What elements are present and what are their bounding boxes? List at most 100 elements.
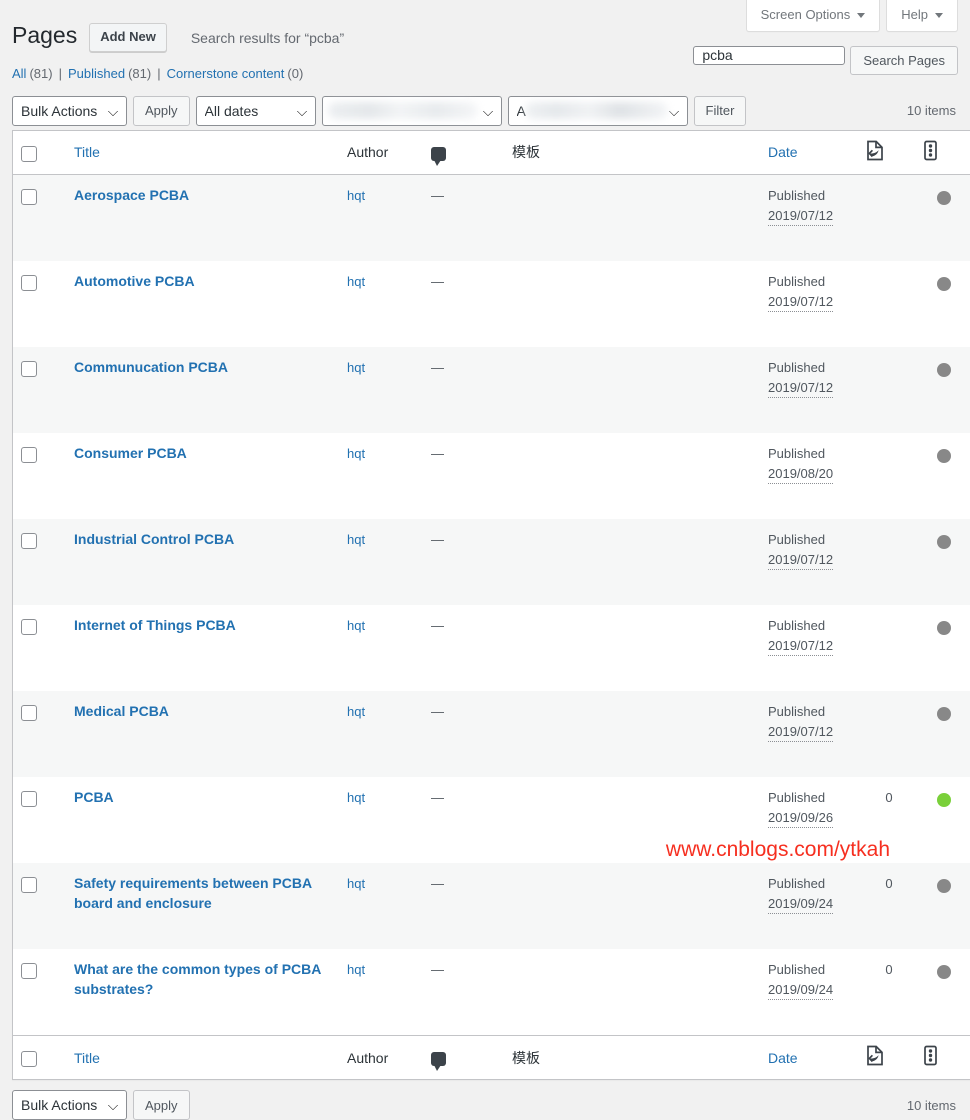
author-link[interactable]: hqt [347, 360, 365, 375]
redacted-filter-1-wrap [322, 96, 502, 126]
date-filter-select[interactable]: All dates [196, 96, 316, 126]
sort-by-date-link[interactable]: Date [768, 144, 798, 160]
sort-by-date-link-footer[interactable]: Date [768, 1050, 798, 1066]
author-link[interactable]: hqt [347, 704, 365, 719]
pages-admin-wrap: Pages Add New Search results for “pcba” … [0, 0, 970, 1120]
post-date: 2019/09/24 [768, 980, 833, 1001]
column-header-comments [423, 130, 504, 174]
add-new-button[interactable]: Add New [89, 23, 167, 52]
view-separator: | [59, 61, 62, 87]
help-button[interactable]: Help [886, 0, 958, 32]
page-title-link[interactable]: Automotive PCBA [74, 272, 336, 292]
post-status: Published [768, 960, 854, 980]
row-checkbox[interactable] [21, 275, 37, 291]
author-link[interactable]: hqt [347, 274, 365, 289]
post-date: 2019/09/24 [768, 894, 833, 915]
row-checkbox[interactable] [21, 619, 37, 635]
author-link[interactable]: hqt [347, 876, 365, 891]
row-author-cell: hqt [339, 261, 423, 347]
tablenav-bottom: Bulk Actions Apply 10 items [12, 1090, 958, 1120]
row-checkbox[interactable] [21, 877, 37, 893]
post-date: 2019/07/12 [768, 550, 833, 571]
tablenav-bottom-actions: Bulk Actions Apply [12, 1090, 190, 1120]
apply-button-bottom[interactable]: Apply [133, 1090, 190, 1120]
comment-bubble-icon [431, 147, 446, 161]
screen-options-button[interactable]: Screen Options [746, 0, 881, 32]
redacted-filter-select-1[interactable] [322, 96, 502, 126]
row-comments-cell: — [423, 949, 504, 1036]
row-checkbox[interactable] [21, 963, 37, 979]
author-link[interactable]: hqt [347, 790, 365, 805]
column-header-date: Date [760, 130, 857, 174]
row-seo-score-cell [916, 261, 967, 347]
row-checkbox[interactable] [21, 189, 37, 205]
row-comment-count-cell: 0 [857, 949, 916, 1036]
page-title-link[interactable]: PCBA [74, 788, 336, 808]
page-title-link[interactable]: What are the common types of PCBA substr… [74, 960, 336, 999]
redacted-filter-select-2[interactable]: A [508, 96, 688, 126]
page-title-link[interactable]: Medical PCBA [74, 702, 336, 722]
row-checkbox-cell [13, 347, 67, 433]
view-cornerstone-link[interactable]: Cornerstone content [167, 61, 285, 87]
row-checkbox[interactable] [21, 361, 37, 377]
author-link[interactable]: hqt [347, 532, 365, 547]
filter-button[interactable]: Filter [694, 96, 747, 126]
comments-dash: — [431, 360, 444, 375]
bulk-actions-select-top[interactable]: Bulk Actions [12, 96, 127, 126]
table-row: What are the common types of PCBA substr… [13, 949, 970, 1036]
column-header-seo-score [857, 130, 916, 174]
row-checkbox-cell [13, 433, 67, 519]
seo-score-dot[interactable] [937, 277, 951, 291]
row-template-cell [504, 261, 760, 347]
search-input[interactable] [693, 46, 845, 65]
bulk-actions-select-bottom[interactable]: Bulk Actions [12, 1090, 127, 1120]
page-title-link[interactable]: Industrial Control PCBA [74, 530, 336, 550]
seo-score-dot[interactable] [937, 707, 951, 721]
post-status: Published [768, 616, 854, 636]
row-author-cell: hqt [339, 519, 423, 605]
apply-button-top[interactable]: Apply [133, 96, 190, 126]
comments-dash: — [431, 876, 444, 891]
view-all-count: (81) [29, 61, 52, 87]
seo-score-dot[interactable] [937, 965, 951, 979]
search-pages-button[interactable]: Search Pages [850, 46, 958, 75]
seo-score-dot[interactable] [937, 191, 951, 205]
row-checkbox[interactable] [21, 705, 37, 721]
seo-score-dot[interactable] [937, 535, 951, 549]
comment-bubble-icon [431, 1052, 446, 1066]
row-checkbox[interactable] [21, 791, 37, 807]
select-all-checkbox[interactable] [21, 146, 37, 162]
seo-score-dot[interactable] [937, 621, 951, 635]
page-title-link[interactable]: Aerospace PCBA [74, 186, 336, 206]
page-title-link[interactable]: Internet of Things PCBA [74, 616, 336, 636]
help-label: Help [901, 5, 928, 25]
table-row: Internet of Things PCBA hqt — Published … [13, 605, 970, 691]
page-title-link[interactable]: Consumer PCBA [74, 444, 336, 464]
row-date-cell: Published 2019/08/20 [760, 433, 857, 519]
sort-by-title-link-footer[interactable]: Title [74, 1050, 100, 1066]
row-checkbox[interactable] [21, 447, 37, 463]
row-checkbox[interactable] [21, 533, 37, 549]
seo-score-dot[interactable] [937, 363, 951, 377]
view-all-link[interactable]: All [12, 61, 26, 87]
sort-by-title-link[interactable]: Title [74, 144, 100, 160]
comments-dash: — [431, 618, 444, 633]
view-published-link[interactable]: Published [68, 61, 125, 87]
author-link[interactable]: hqt [347, 962, 365, 977]
pages-list-table: Title Author 模板 Date [12, 130, 970, 1080]
post-date: 2019/07/12 [768, 292, 833, 313]
page-title-link[interactable]: Communucation PCBA [74, 358, 336, 378]
author-link[interactable]: hqt [347, 188, 365, 203]
select-all-checkbox-footer[interactable] [21, 1051, 37, 1067]
row-checkbox-cell [13, 261, 67, 347]
comments-dash: — [431, 790, 444, 805]
author-link[interactable]: hqt [347, 446, 365, 461]
author-link[interactable]: hqt [347, 618, 365, 633]
seo-score-dot[interactable] [937, 449, 951, 463]
select-all-header [13, 130, 67, 174]
seo-score-dot[interactable] [937, 793, 951, 807]
page-title-link[interactable]: Safety requirements between PCBA board a… [74, 874, 336, 913]
row-seo-score-cell [916, 175, 967, 262]
row-comments-cell: — [423, 519, 504, 605]
seo-score-dot[interactable] [937, 879, 951, 893]
